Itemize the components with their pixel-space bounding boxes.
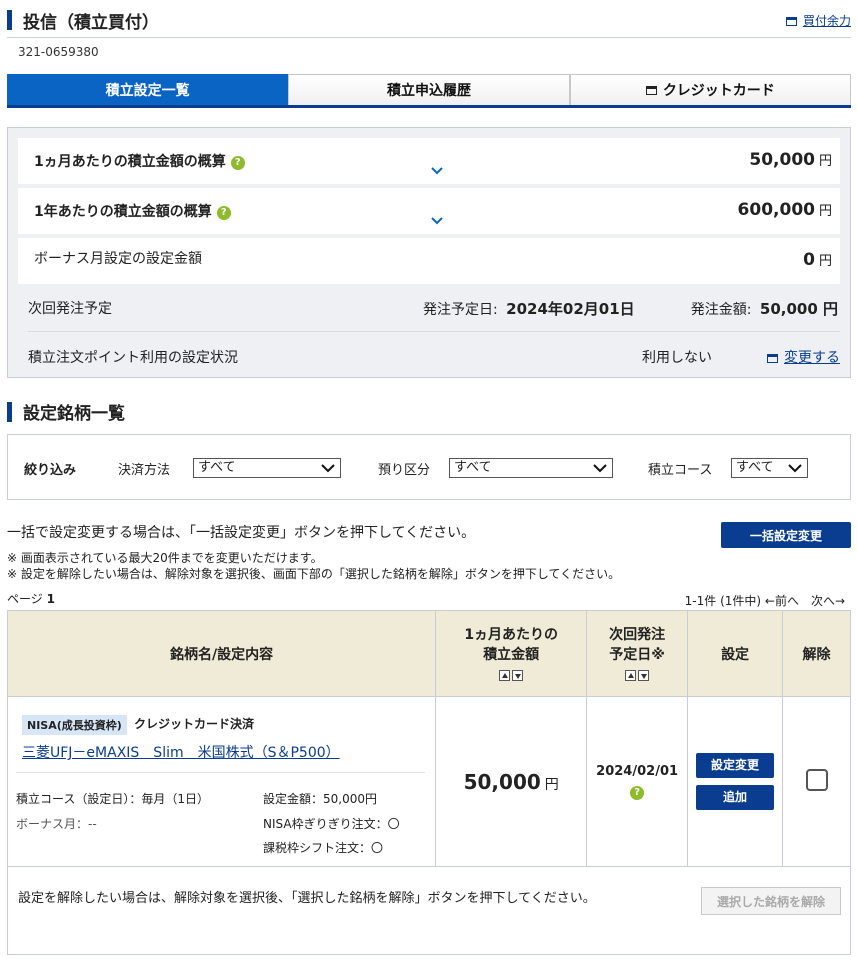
yearly-summary-row: 1年あたりの積立金額の概算? 600,000 円 [18,188,840,234]
nisa-badge: NISA(成長投資枠) [22,715,127,735]
bonus-summary-row: ボーナス月設定の設定金額 0円 [18,238,840,284]
cancel-cell [782,696,851,867]
title-accent-bar [7,402,12,422]
tab-credit-card[interactable]: クレジットカード [569,74,851,105]
pager[interactable]: 1-1件 (1件中) ←前へ 次へ→ [685,592,845,609]
sort-asc-icon[interactable] [499,669,511,681]
chevron-down-icon [321,464,335,473]
monthly-amount-cell: 50,000 円 [435,696,588,867]
fund-cell: NISA(成長投資枠) クレジットカード決済 三菱UFJ－eMAXIS Slim… [6,696,437,867]
tab-settings-list[interactable]: 積立設定一覧 [7,74,289,105]
set-amount-detail: 設定金額：50,000円 [263,792,377,806]
table-footer-row: 設定を解除したい場合は、解除対象を選択後、「選択した銘柄を解除」ボタンを押下して… [7,866,851,955]
window-icon [645,85,657,95]
header-monthly-amount: 1ヵ月あたりの 積立金額 [435,610,588,697]
buying-power-link[interactable]: 買付余力 [785,12,851,29]
course-select[interactable]: すべて [731,458,808,478]
next-order-date: 2024年02月01日 [506,300,635,318]
sort-asc-icon[interactable] [625,669,637,681]
change-setting-button[interactable]: 設定変更 [696,753,775,778]
nisa-limit-detail: NISA枠ぎりぎり注文：〇 [263,817,400,831]
note-cancel-instruction: ※ 設定を解除したい場合は、解除対象を選択後、画面下部の「選択した銘柄を解除」ボ… [7,567,621,581]
divider [28,331,840,332]
point-status: 利用しない [642,350,712,366]
sort-desc-icon[interactable] [638,669,650,681]
next-order-amount: 50,000 円 [759,300,838,318]
monthly-summary-row: 1ヵ月あたりの積立金額の概算? 50,000 円 [18,138,840,184]
payment-method: クレジットカード決済 [134,717,255,731]
bulk-change-note: 一括で設定変更する場合は、「一括設定変更」ボタンを押下してください。 [7,525,476,541]
header-fund: 銘柄名/設定内容 [6,610,437,697]
title-accent-bar [7,10,12,30]
account-number: 321-0659380 [18,45,99,59]
bulk-change-button[interactable]: 一括設定変更 [721,522,851,548]
bonus-detail: ボーナス月：-- [16,817,97,831]
chevron-down-icon [593,464,607,473]
page-header: 投信（積立買付） 買付余力 [7,6,851,38]
chevron-down-icon[interactable] [430,216,444,225]
filter-panel: 絞り込み 決済方法 すべて 預り区分 すべて 積立コース すべて [7,434,851,500]
account-type-select[interactable]: すべて [449,458,613,478]
page-title: 投信（積立買付） [23,13,159,33]
header-cancel: 解除 [782,610,851,697]
footer-note: 設定を解除したい場合は、解除対象を選択後、「選択した銘柄を解除」ボタンを押下して… [18,891,596,906]
help-icon[interactable]: ? [216,206,231,220]
table-row: NISA(成長投資枠) クレジットカード決済 三菱UFJ－eMAXIS Slim… [6,696,851,867]
chevron-down-icon[interactable] [430,166,444,175]
next-order-row: 次回発注予定 発注予定日: 2024年02月01日 発注金額: 50,000 円 [28,300,838,318]
chevron-down-icon [788,464,802,473]
filter-title: 絞り込み [24,463,77,478]
add-button[interactable]: 追加 [696,785,775,810]
header-next-order-date: 次回発注 予定日※ [586,610,689,697]
course-detail: 積立コース（設定日）：毎月（1日） [16,792,210,806]
help-icon[interactable]: ? [630,785,645,800]
window-icon [785,17,797,26]
payment-method-select[interactable]: すべて [193,458,341,478]
help-icon[interactable]: ? [230,156,245,170]
summary-panel: 1ヵ月あたりの積立金額の概算? 50,000 円 1年あたりの積立金額の概算? 6… [7,127,851,378]
remove-selected-button[interactable]: 選択した銘柄を解除 [701,887,841,915]
fund-settings-table: 銘柄名/設定内容 1ヵ月あたりの 積立金額 次回発注 予定日※ 設定 解除 NI… [6,610,851,955]
section-title: 設定銘柄一覧 [23,404,125,424]
setting-cell: 設定変更 追加 [687,696,784,867]
sort-desc-icon[interactable] [512,669,524,681]
table-header-row: 銘柄名/設定内容 1ヵ月あたりの 積立金額 次回発注 予定日※ 設定 解除 [6,610,851,697]
cancel-checkbox[interactable] [805,768,828,791]
note-max-items: ※ 画面表示されている最大20件までを変更いただけます。 [7,551,323,565]
fund-name-link[interactable]: 三菱UFJ－eMAXIS Slim 米国株式（S＆P500） [22,742,340,762]
next-date-cell: 2024/02/01 ? [586,696,689,867]
point-usage-row: 積立注文ポイント利用の設定状況 利用しない 変更する [18,334,840,374]
page-indicator: ページ 1 [7,592,55,606]
window-icon [767,354,778,363]
tab-application-history[interactable]: 積立申込履歴 [288,74,570,105]
tab-bar: 積立設定一覧 積立申込履歴 クレジットカード [7,74,851,108]
header-setting: 設定 [687,610,784,697]
point-change-link[interactable]: 変更する [767,347,840,367]
tax-shift-detail: 課税枠シフト注文：〇 [263,841,384,855]
divider [16,772,426,773]
